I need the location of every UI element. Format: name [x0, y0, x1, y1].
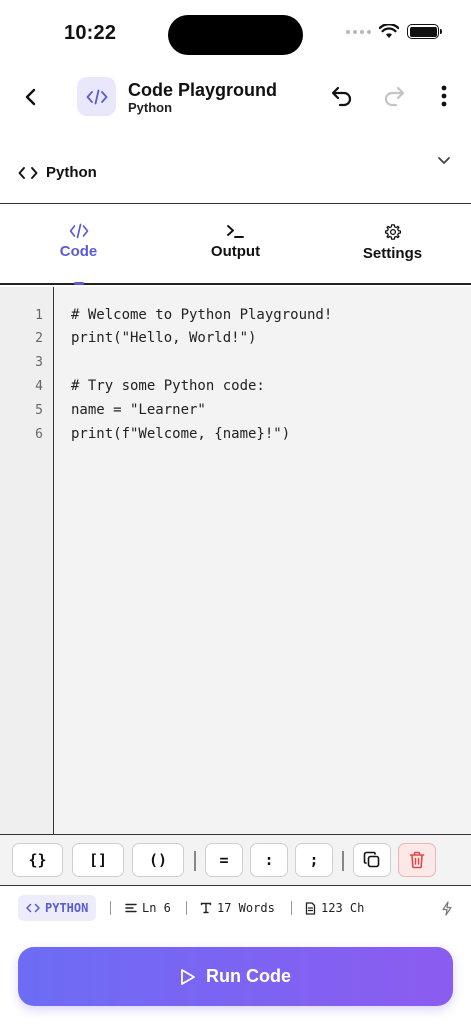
terminal-icon [226, 225, 244, 238]
char-count: 123 Ch [305, 901, 364, 915]
insert-semicolon-button[interactable]: ; [295, 843, 333, 877]
code-line: # Welcome to Python Playground! [71, 307, 333, 323]
char-count-label: 123 Ch [321, 901, 365, 915]
line-number: 1 [35, 308, 43, 323]
code-icon [86, 89, 107, 104]
code-icon [69, 223, 88, 239]
tab-settings[interactable]: Settings [314, 205, 471, 283]
page-title: Code Playground [128, 80, 278, 100]
tab-settings-label: Settings [362, 245, 423, 262]
code-line: # Try some Python code: [71, 378, 265, 394]
tab-output-label: Output [210, 243, 261, 260]
editor-status-bar: PYTHON Ln 6 17 Words 123 Ch [0, 887, 471, 931]
status-time: 10:22 [64, 22, 117, 44]
language-badge: PYTHON [18, 895, 97, 921]
text-align-icon [125, 903, 137, 913]
play-icon [181, 968, 195, 985]
redo-icon [384, 86, 405, 107]
word-count-label: 17 Words [217, 901, 275, 915]
app-icon [77, 77, 116, 116]
code-line: print("Hello, World!") [71, 330, 257, 346]
status-bar: 10:22 [0, 0, 471, 62]
word-count: 17 Words [200, 901, 275, 915]
app-header: Code Playground Python [0, 62, 471, 132]
line-count-label: Ln 6 [142, 901, 171, 915]
code-editor[interactable]: 1 2 3 4 5 6 # Welcome to Python Playgrou… [0, 287, 471, 834]
clear-button[interactable] [398, 843, 436, 877]
status-divider [110, 901, 111, 915]
line-number: 2 [35, 331, 43, 346]
status-divider [186, 901, 187, 915]
line-number: 6 [35, 427, 43, 442]
more-vertical-icon [441, 85, 447, 107]
document-icon [305, 901, 316, 915]
type-icon [200, 902, 212, 914]
insert-colon-button[interactable]: : [250, 843, 288, 877]
copy-icon [363, 851, 380, 868]
line-number: 5 [35, 403, 43, 418]
line-number-gutter: 1 2 3 4 5 6 [0, 287, 54, 834]
code-line: print(f"Welcome, {name}!") [71, 426, 291, 442]
undo-icon [331, 86, 352, 107]
active-tab-indicator [73, 282, 84, 285]
language-badge-label: PYTHON [45, 901, 89, 915]
toolbar-divider [194, 851, 196, 871]
tab-output[interactable]: Output [157, 205, 314, 283]
code-line: name = "Learner" [71, 402, 206, 418]
title-block: Code Playground Python [128, 80, 277, 116]
signal-icon [346, 29, 371, 34]
copy-button[interactable] [353, 843, 391, 877]
status-indicators [346, 24, 442, 39]
undo-button[interactable] [328, 82, 356, 110]
page-subtitle: Python [128, 100, 173, 115]
toolbar-divider [342, 851, 344, 871]
line-number: 4 [35, 379, 43, 394]
insert-parentheses-button[interactable]: () [132, 843, 184, 877]
code-brackets-icon [26, 903, 40, 913]
tab-code[interactable]: Code [0, 205, 157, 285]
code-brackets-icon [18, 166, 38, 179]
gear-icon [384, 224, 401, 240]
redo-button[interactable] [380, 82, 408, 110]
insert-brackets-button[interactable]: [] [72, 843, 124, 877]
insert-equals-button[interactable]: = [205, 843, 243, 877]
dynamic-island [168, 15, 303, 55]
run-code-label: Run Code [206, 966, 291, 986]
tab-bar: Code Output Settings [0, 205, 471, 285]
language-label: Python [46, 164, 97, 181]
symbol-toolbar: {} [] () = : ; [0, 834, 471, 886]
chevron-down-icon [438, 157, 450, 164]
status-divider [291, 901, 292, 915]
back-button[interactable] [16, 82, 46, 112]
language-selector[interactable]: Python [0, 142, 471, 204]
more-options-button[interactable] [430, 82, 458, 110]
line-count: Ln 6 [125, 901, 171, 915]
battery-icon [407, 24, 442, 39]
lightning-icon[interactable] [441, 901, 453, 916]
line-number: 3 [35, 355, 43, 370]
run-code-button[interactable]: Run Code [18, 947, 453, 1006]
tab-code-label: Code [59, 243, 98, 260]
insert-braces-button[interactable]: {} [12, 843, 63, 877]
wifi-icon [379, 24, 399, 38]
trash-icon [409, 851, 425, 869]
chevron-left-icon [25, 88, 36, 106]
